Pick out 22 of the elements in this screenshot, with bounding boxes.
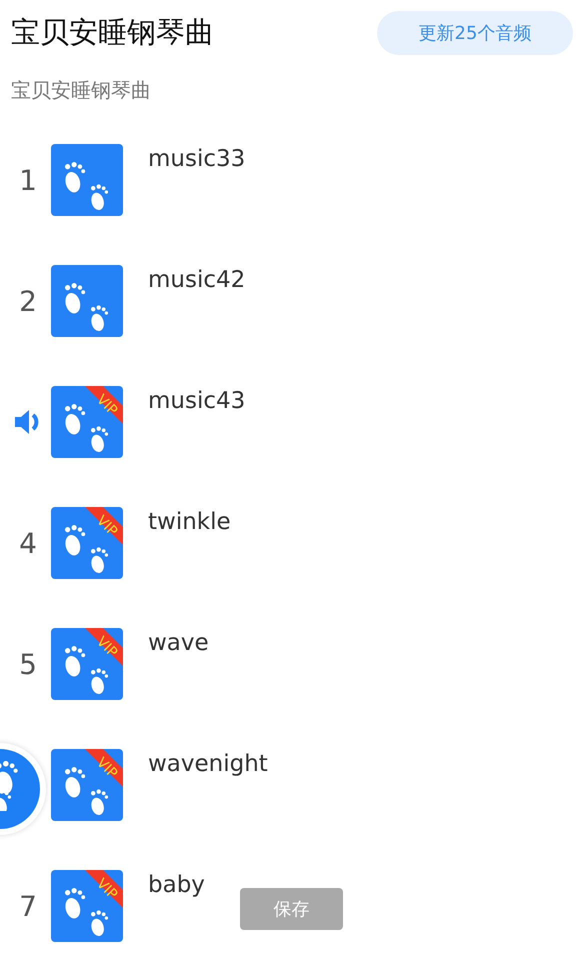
- footprints-drawing: [65, 283, 108, 332]
- vip-ribbon: VIP: [85, 749, 123, 787]
- track-number: 7: [19, 890, 37, 922]
- track-title: wave: [148, 630, 209, 656]
- track-title: music43: [148, 388, 246, 414]
- page-title: 宝贝安睡钢琴曲: [11, 14, 214, 51]
- vip-ribbon: VIP: [85, 870, 123, 908]
- track-number: 1: [19, 164, 37, 196]
- vip-ribbon: VIP: [85, 628, 123, 666]
- footprints-drawing: [65, 162, 108, 210]
- track-title: twinkle: [148, 509, 231, 535]
- subtitle: 宝贝安睡钢琴曲: [10, 77, 152, 104]
- vip-ribbon: VIP: [85, 507, 123, 545]
- track-number: 4: [19, 526, 37, 560]
- vip-ribbon: VIP: [85, 386, 123, 424]
- track-number: 2: [19, 284, 37, 318]
- track-title: music42: [148, 267, 246, 293]
- track-title: wavenight: [148, 751, 268, 777]
- track-number: 5: [19, 648, 37, 680]
- track-title: music33: [148, 146, 246, 172]
- update-button[interactable]: 更新25个音频: [377, 11, 573, 55]
- track-title: baby: [148, 872, 205, 898]
